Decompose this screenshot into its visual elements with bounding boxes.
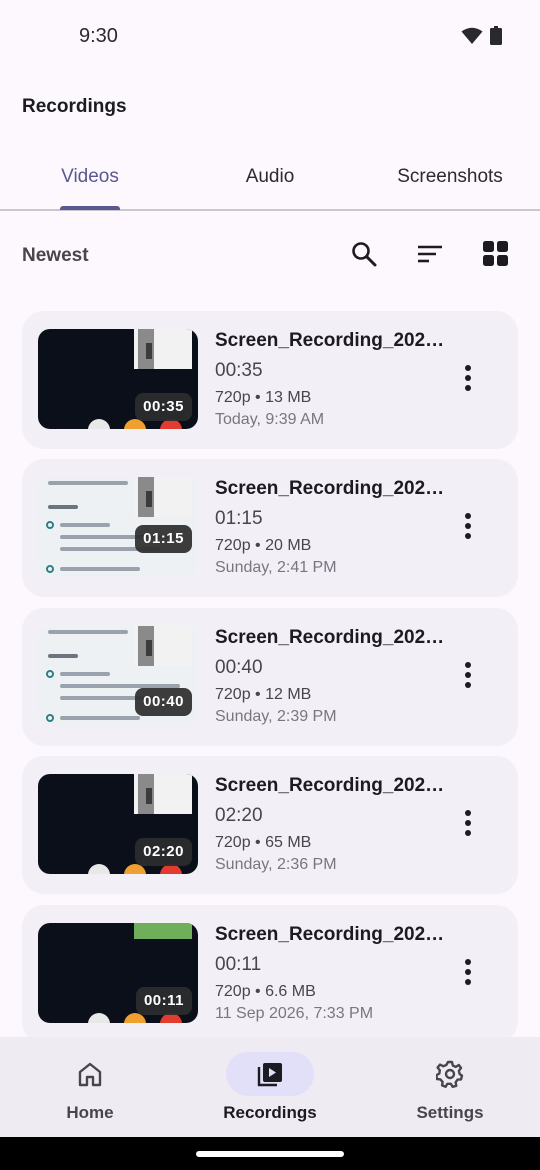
nav-label: Settings — [416, 1103, 484, 1122]
recording-title: Screen_Recording_202… — [215, 330, 445, 351]
recording-duration: 00:40 — [215, 657, 263, 678]
battery-icon — [490, 26, 502, 45]
recording-date: Today, 9:39 AM — [215, 411, 325, 428]
recording-meta: 720p • 13 MB — [215, 389, 312, 406]
recording-title: Screen_Recording_202… — [215, 627, 445, 648]
duration-badge: 00:35 — [135, 393, 192, 421]
tab-label: Audio — [245, 166, 295, 187]
nav-label: Recordings — [223, 1103, 317, 1122]
more-options-icon[interactable] — [456, 660, 480, 690]
gesture-handle[interactable] — [196, 1151, 344, 1157]
recording-duration: 00:11 — [215, 954, 262, 975]
home-icon — [78, 1062, 102, 1087]
recording-card[interactable]: 00:35 Screen_Recording_202… 00:35 720p •… — [22, 311, 518, 449]
system-navigation-bar — [0, 1137, 540, 1170]
recording-card[interactable]: 02:20 Screen_Recording_202… 02:20 720p •… — [22, 756, 518, 894]
duration-badge: 02:20 — [135, 838, 192, 866]
nav-item-home[interactable]: Home — [0, 1037, 180, 1137]
status-time: 9:30 — [79, 25, 118, 47]
video-thumbnail: 00:35 — [38, 329, 198, 429]
sort-label[interactable]: Newest — [22, 245, 89, 267]
recording-meta: 720p • 20 MB — [215, 537, 312, 554]
tab-audio[interactable]: Audio — [180, 148, 360, 209]
recording-meta: 720p • 6.6 MB — [215, 983, 316, 1000]
wifi-icon — [461, 27, 483, 44]
video-thumbnail: 02:20 — [38, 774, 198, 874]
video-thumbnail: 00:40 — [38, 626, 198, 726]
recording-duration: 01:15 — [215, 508, 263, 529]
recording-date: Sunday, 2:39 PM — [215, 708, 337, 725]
duration-badge: 00:11 — [135, 987, 192, 1015]
page-title: Recordings — [22, 96, 127, 117]
tab-label: Videos — [61, 166, 119, 187]
recording-card[interactable]: 00:11 Screen_Recording_202… 00:11 720p •… — [22, 905, 518, 1043]
recording-card[interactable]: 01:15 Screen_Recording_202… 01:15 720p •… — [22, 459, 518, 597]
active-tab-indicator — [60, 206, 120, 210]
duration-badge: 01:15 — [135, 525, 192, 553]
nav-item-recordings[interactable]: Recordings — [180, 1037, 360, 1137]
search-icon[interactable] — [350, 240, 378, 268]
nav-item-settings[interactable]: Settings — [360, 1037, 540, 1137]
recording-date: Sunday, 2:36 PM — [215, 856, 337, 873]
recording-date: Sunday, 2:41 PM — [215, 559, 337, 576]
duration-badge: 00:40 — [135, 688, 192, 716]
recording-card[interactable]: 00:40 Screen_Recording_202… 00:40 720p •… — [22, 608, 518, 746]
video-thumbnail: 00:11 — [38, 923, 198, 1023]
tab-label: Screenshots — [397, 166, 503, 187]
recording-title: Screen_Recording_202… — [215, 478, 445, 499]
recording-duration: 02:20 — [215, 805, 263, 826]
recording-title: Screen_Recording_202… — [215, 775, 445, 796]
recording-meta: 720p • 12 MB — [215, 686, 312, 703]
more-options-icon[interactable] — [456, 808, 480, 838]
grid-view-icon[interactable] — [482, 240, 510, 268]
more-options-icon[interactable] — [456, 511, 480, 541]
gear-icon — [436, 1060, 464, 1088]
sort-icon[interactable] — [416, 240, 444, 268]
video-library-icon — [257, 1063, 282, 1087]
status-bar: 9:30 — [0, 0, 540, 72]
recording-meta: 720p • 65 MB — [215, 834, 312, 851]
bottom-navigation: Home Recordings Settings — [0, 1037, 540, 1137]
more-options-icon[interactable] — [456, 957, 480, 987]
more-options-icon[interactable] — [456, 363, 480, 393]
nav-label: Home — [66, 1103, 114, 1122]
recording-duration: 00:35 — [215, 360, 263, 381]
recording-date: 11 Sep 2026, 7:33 PM — [215, 1005, 374, 1022]
recording-title: Screen_Recording_202… — [215, 924, 445, 945]
tab-screenshots[interactable]: Screenshots — [360, 148, 540, 209]
tab-videos[interactable]: Videos — [0, 148, 180, 209]
video-thumbnail: 01:15 — [38, 477, 198, 577]
tab-bar: Videos Audio Screenshots — [0, 148, 540, 211]
